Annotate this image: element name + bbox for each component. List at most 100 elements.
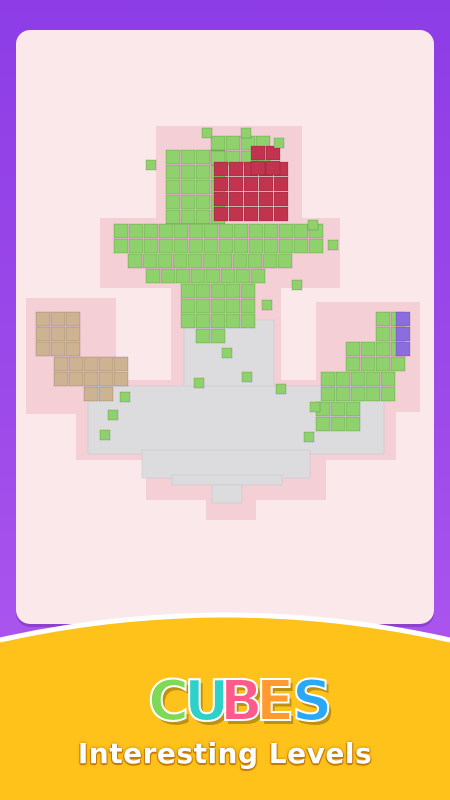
cube bbox=[241, 371, 253, 383]
cube bbox=[213, 176, 229, 192]
cube bbox=[65, 311, 81, 327]
cube bbox=[303, 431, 315, 443]
cube bbox=[180, 164, 196, 180]
cube bbox=[195, 313, 211, 329]
cube bbox=[365, 371, 381, 387]
cube bbox=[258, 206, 274, 222]
cube bbox=[35, 311, 51, 327]
cube bbox=[225, 298, 241, 314]
cube bbox=[50, 341, 66, 357]
cube bbox=[225, 135, 241, 151]
cube bbox=[210, 313, 226, 329]
cube bbox=[273, 176, 289, 192]
cube bbox=[395, 311, 411, 327]
cube bbox=[228, 161, 244, 177]
cube bbox=[375, 356, 391, 372]
cube bbox=[68, 356, 84, 372]
cube bbox=[188, 238, 204, 254]
cube bbox=[360, 341, 376, 357]
cube bbox=[375, 341, 391, 357]
cubes-logo: CCUUBBEE SS bbox=[147, 668, 335, 738]
cube bbox=[195, 209, 211, 225]
cube bbox=[395, 341, 411, 357]
cube bbox=[180, 179, 196, 195]
cube bbox=[335, 386, 351, 402]
cube bbox=[158, 238, 174, 254]
cube bbox=[330, 401, 346, 417]
cube bbox=[278, 223, 294, 239]
cube bbox=[83, 371, 99, 387]
subtitle-text: Interesting Levels bbox=[77, 737, 373, 770]
cube bbox=[327, 239, 339, 251]
cube bbox=[291, 279, 303, 291]
cube bbox=[83, 356, 99, 372]
cube bbox=[250, 268, 266, 284]
cube bbox=[275, 383, 287, 395]
cube bbox=[240, 283, 256, 299]
cube bbox=[375, 311, 391, 327]
cube bbox=[107, 409, 119, 421]
cube bbox=[228, 191, 244, 207]
cube bbox=[273, 206, 289, 222]
anchor-puzzle-board[interactable] bbox=[16, 30, 434, 624]
cube bbox=[35, 341, 51, 357]
logo-letter: C bbox=[148, 669, 189, 734]
cube bbox=[218, 238, 234, 254]
cube bbox=[320, 386, 336, 402]
cube bbox=[315, 416, 331, 432]
cube bbox=[380, 386, 396, 402]
cube bbox=[143, 238, 159, 254]
cube bbox=[173, 223, 189, 239]
cube bbox=[50, 326, 66, 342]
cube bbox=[220, 268, 236, 284]
cube bbox=[350, 371, 366, 387]
cube bbox=[195, 149, 211, 165]
cube bbox=[217, 253, 233, 269]
cube bbox=[225, 283, 241, 299]
cube bbox=[250, 160, 266, 176]
cube bbox=[273, 191, 289, 207]
cube bbox=[345, 401, 361, 417]
cube bbox=[232, 253, 248, 269]
cube bbox=[205, 268, 221, 284]
cube bbox=[50, 311, 66, 327]
cube bbox=[195, 164, 211, 180]
cube bbox=[210, 135, 226, 151]
cube bbox=[213, 206, 229, 222]
cube bbox=[65, 326, 81, 342]
cube bbox=[160, 268, 176, 284]
cube bbox=[195, 328, 211, 344]
cube bbox=[172, 253, 188, 269]
cube bbox=[330, 416, 346, 432]
cube bbox=[98, 386, 114, 402]
cube bbox=[235, 268, 251, 284]
cube bbox=[263, 238, 279, 254]
cube bbox=[277, 253, 293, 269]
cube bbox=[293, 238, 309, 254]
cube bbox=[202, 253, 218, 269]
cube bbox=[278, 238, 294, 254]
cube bbox=[127, 253, 143, 269]
cube bbox=[119, 391, 131, 403]
cube bbox=[240, 127, 252, 139]
cube bbox=[390, 356, 406, 372]
cube bbox=[165, 164, 181, 180]
cube bbox=[258, 191, 274, 207]
cube bbox=[243, 191, 259, 207]
cube bbox=[195, 179, 211, 195]
cube bbox=[113, 238, 129, 254]
cube bbox=[307, 219, 319, 231]
cube bbox=[180, 298, 196, 314]
cube bbox=[98, 371, 114, 387]
cube bbox=[309, 401, 321, 413]
cube bbox=[243, 206, 259, 222]
logo-letter: E bbox=[256, 669, 294, 734]
cube bbox=[203, 238, 219, 254]
cube bbox=[193, 377, 205, 389]
cube bbox=[213, 161, 229, 177]
cube bbox=[158, 223, 174, 239]
cube bbox=[250, 145, 266, 161]
cube bbox=[320, 371, 336, 387]
cube bbox=[240, 298, 256, 314]
cube bbox=[210, 283, 226, 299]
